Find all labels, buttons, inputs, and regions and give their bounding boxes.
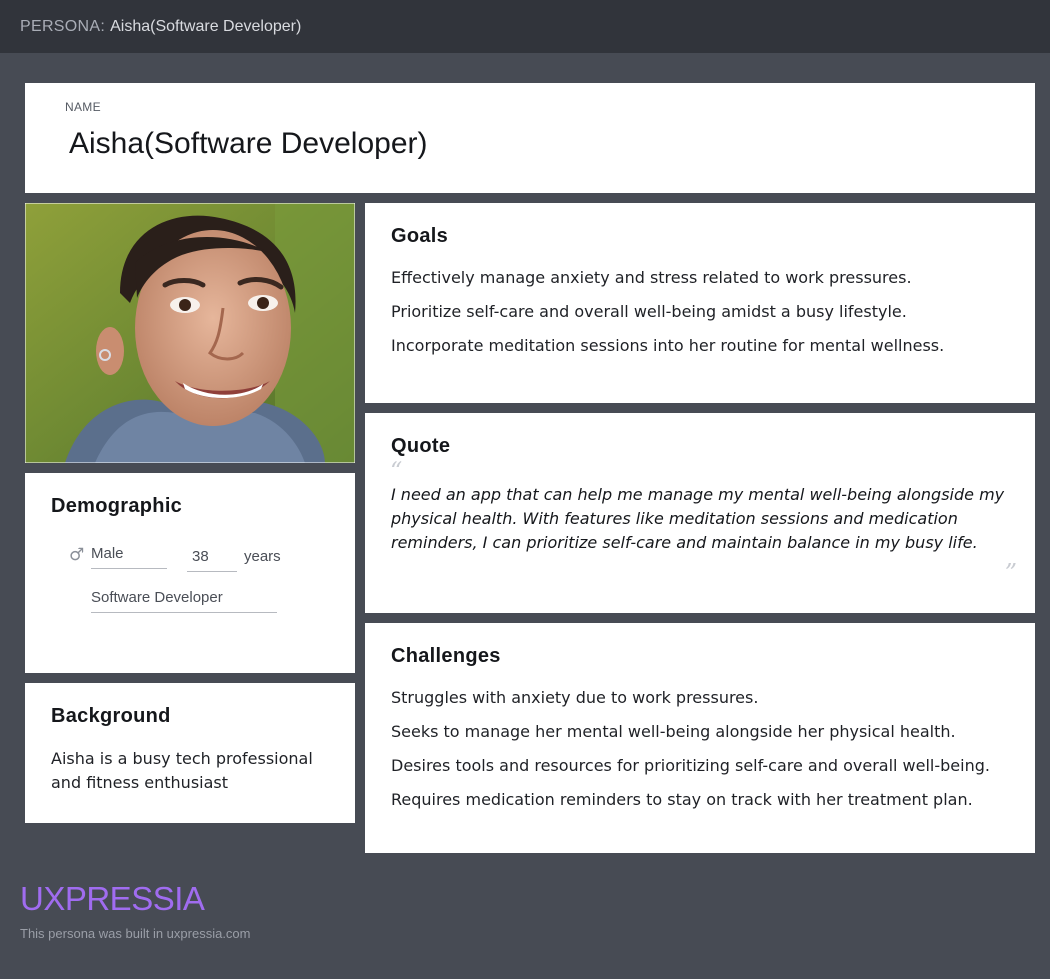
- background-card: Background Aisha is a busy tech professi…: [25, 683, 355, 823]
- footer-note: This persona was built in uxpressia.com: [20, 926, 251, 941]
- demographic-fields: ♂ Male 38 years: [69, 543, 339, 572]
- persona-photo[interactable]: [25, 203, 355, 463]
- persona-title: Aisha(Software Developer): [110, 17, 302, 35]
- quote-card: Quote “ I need an app that can help me m…: [365, 413, 1035, 613]
- uxpressia-logo[interactable]: UXPRESSIA: [20, 880, 205, 918]
- demographic-card: Demographic ♂ Male 38 years Software Dev…: [25, 473, 355, 673]
- quote-title: Quote: [391, 435, 451, 457]
- challenge-item[interactable]: Seeks to manage her mental well-being al…: [391, 723, 1015, 741]
- challenges-title: Challenges: [391, 645, 501, 667]
- open-quote-icon: “: [390, 457, 403, 485]
- goals-list: Effectively manage anxiety and stress re…: [391, 269, 1015, 371]
- age-unit-label: years: [244, 548, 281, 565]
- quote-text[interactable]: I need an app that can help me manage my…: [391, 483, 1016, 555]
- background-title: Background: [51, 705, 171, 727]
- goal-item[interactable]: Incorporate meditation sessions into her…: [391, 337, 1015, 355]
- close-quote-icon: ”: [1004, 559, 1017, 587]
- top-bar: PERSONA: Aisha(Software Developer): [0, 0, 1050, 53]
- background-text[interactable]: Aisha is a busy tech professional and fi…: [51, 747, 341, 795]
- persona-prefix: PERSONA:: [20, 17, 106, 35]
- challenge-item[interactable]: Desires tools and resources for prioriti…: [391, 757, 1015, 775]
- occupation-field[interactable]: Software Developer: [91, 589, 277, 613]
- challenge-item[interactable]: Requires medication reminders to stay on…: [391, 791, 1015, 809]
- name-card: NAME Aisha(Software Developer): [25, 83, 1035, 193]
- goals-title: Goals: [391, 225, 449, 247]
- age-field[interactable]: 38: [187, 548, 237, 572]
- name-label: NAME: [65, 100, 101, 114]
- goal-item[interactable]: Prioritize self-care and overall well-be…: [391, 303, 1015, 321]
- demographic-title: Demographic: [51, 495, 183, 517]
- gender-field[interactable]: Male: [91, 545, 167, 569]
- challenges-card: Challenges Struggles with anxiety due to…: [365, 623, 1035, 853]
- challenge-item[interactable]: Struggles with anxiety due to work press…: [391, 689, 1015, 707]
- portrait-image: [25, 203, 355, 463]
- goals-card: Goals Effectively manage anxiety and str…: [365, 203, 1035, 403]
- persona-name[interactable]: Aisha(Software Developer): [69, 127, 428, 161]
- male-symbol-icon: ♂: [69, 545, 85, 565]
- challenges-list: Struggles with anxiety due to work press…: [391, 689, 1015, 825]
- goal-item[interactable]: Effectively manage anxiety and stress re…: [391, 269, 1015, 287]
